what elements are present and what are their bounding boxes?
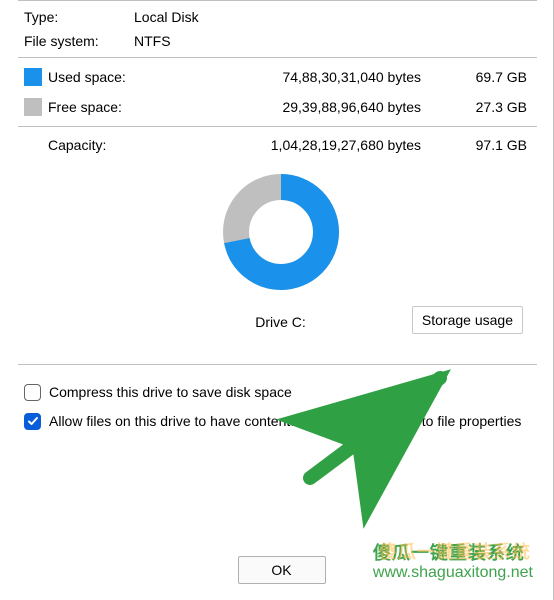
capacity-bytes: 1,04,28,19,27,680 bytes bbox=[194, 137, 449, 153]
capacity-label: Capacity: bbox=[48, 137, 194, 153]
disk-usage-donut-chart bbox=[216, 167, 346, 297]
check-icon bbox=[27, 415, 39, 427]
free-space-bytes: 29,39,88,96,640 bytes bbox=[218, 99, 449, 115]
free-space-swatch-icon bbox=[24, 98, 42, 116]
compress-drive-checkbox[interactable] bbox=[24, 384, 41, 401]
filesystem-label: File system: bbox=[24, 33, 134, 49]
index-contents-checkbox[interactable] bbox=[24, 413, 41, 430]
compress-drive-label: Compress this drive to save disk space bbox=[49, 383, 535, 402]
used-space-bytes: 74,88,30,31,040 bytes bbox=[218, 69, 449, 85]
filesystem-value: NTFS bbox=[134, 33, 537, 49]
capacity-gb: 97.1 GB bbox=[449, 137, 537, 153]
ok-button[interactable]: OK bbox=[238, 556, 326, 584]
storage-usage-button[interactable]: Storage usage bbox=[412, 306, 523, 334]
free-space-gb: 27.3 GB bbox=[449, 99, 537, 115]
type-value: Local Disk bbox=[134, 9, 537, 25]
used-space-swatch-icon bbox=[24, 68, 42, 86]
free-space-label: Free space: bbox=[48, 99, 218, 115]
drive-label: Drive C: bbox=[255, 314, 306, 330]
type-label: Type: bbox=[24, 9, 134, 25]
dialog-button-bar: OK bbox=[10, 546, 553, 600]
used-space-label: Used space: bbox=[48, 69, 218, 85]
used-space-gb: 69.7 GB bbox=[449, 69, 537, 85]
index-contents-label: Allow files on this drive to have conten… bbox=[49, 412, 535, 431]
